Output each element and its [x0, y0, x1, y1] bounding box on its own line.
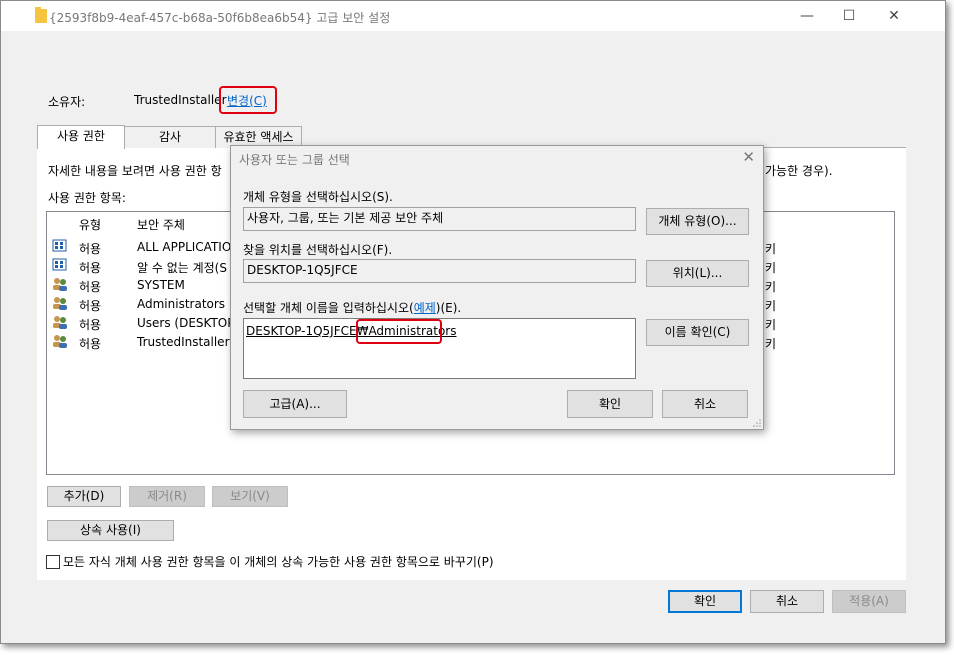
- group-users-icon: [53, 297, 67, 310]
- row-type: 허용: [79, 280, 102, 294]
- object-types-button[interactable]: 개체 유형(O)...: [646, 208, 749, 235]
- dialog-close-icon[interactable]: ✕: [742, 148, 755, 166]
- row-type: 허용: [79, 318, 102, 332]
- replace-permissions-label: 모든 자식 개체 사용 권한 항목을 이 개체의 상속 가능한 사용 권한 항목…: [63, 555, 494, 569]
- add-button[interactable]: 추가(D): [47, 486, 121, 507]
- row-tail: 키: [765, 280, 777, 294]
- row-tail: 키: [765, 242, 777, 256]
- owner-value: TrustedInstaller: [134, 93, 227, 107]
- group-users-icon: [53, 335, 67, 348]
- administrators-highlight: [356, 319, 442, 344]
- locations-button[interactable]: 위치(L)...: [646, 260, 749, 287]
- location-field: DESKTOP-1Q5JFCE: [243, 259, 636, 283]
- examples-link[interactable]: 예제: [414, 301, 436, 315]
- row-tail: 키: [765, 337, 777, 351]
- select-users-dialog: 사용자 또는 그룹 선택 ✕ 개체 유형을 선택하십시오(S). 사용자, 그룹…: [230, 145, 764, 430]
- advanced-button[interactable]: 고급(A)...: [243, 390, 347, 418]
- location-label: 찾을 위치를 선택하십시오(F).: [243, 243, 393, 257]
- window-title: {2593f8b9-4eaf-457c-b68a-50f6b8ea6b54} 고…: [49, 11, 391, 25]
- row-type: 허용: [79, 261, 102, 275]
- dialog-ok-button[interactable]: 확인: [567, 390, 653, 418]
- column-header-principal[interactable]: 보안 주체: [137, 216, 185, 233]
- row-principal: 알 수 없는 계정(S: [137, 261, 227, 275]
- cancel-button[interactable]: 취소: [750, 590, 824, 613]
- row-principal: SYSTEM: [137, 278, 185, 292]
- minimize-button[interactable]: —: [787, 3, 827, 29]
- info-text: 자세한 내용을 보려면 사용 권한 항: [48, 164, 222, 178]
- remove-button[interactable]: 제거(R): [129, 486, 205, 507]
- close-button[interactable]: ✕: [874, 3, 914, 29]
- tab-permissions[interactable]: 사용 권한: [37, 125, 125, 149]
- column-header-type[interactable]: 유형: [79, 216, 101, 233]
- title-bar[interactable]: {2593f8b9-4eaf-457c-b68a-50f6b8ea6b54} 고…: [1, 1, 945, 31]
- group-users-icon: [53, 316, 67, 329]
- row-tail: 키: [765, 261, 777, 275]
- enable-inheritance-button[interactable]: 상속 사용(I): [47, 520, 174, 541]
- folder-icon: [35, 7, 47, 23]
- row-principal: TrustedInstaller: [137, 335, 230, 349]
- change-owner-link[interactable]: 변경(C): [227, 92, 267, 109]
- replace-permissions-checkbox[interactable]: [46, 555, 60, 569]
- dialog-title: 사용자 또는 그룹 선택: [239, 153, 350, 167]
- view-button[interactable]: 보기(V): [212, 486, 288, 507]
- info-text-tail: 가능한 경우).: [765, 164, 833, 178]
- object-type-field: 사용자, 그룹, 또는 기본 제공 보안 주체: [243, 207, 636, 231]
- object-name-label: 선택할 개체 이름을 입력하십시오(예제)(E).: [243, 301, 462, 315]
- app-package-icon: [52, 258, 67, 271]
- object-type-label: 개체 유형을 선택하십시오(S).: [243, 190, 393, 204]
- dialog-cancel-button[interactable]: 취소: [662, 390, 748, 418]
- row-principal: ALL APPLICATION: [137, 240, 241, 254]
- tab-auditing[interactable]: 감사: [124, 126, 216, 148]
- row-tail: 키: [765, 299, 777, 313]
- owner-label: 소유자:: [48, 95, 86, 109]
- resize-grip-icon[interactable]: [753, 419, 761, 427]
- row-type: 허용: [79, 337, 102, 351]
- row-principal: Users (DESKTOP-: [137, 316, 239, 330]
- apply-button[interactable]: 적용(A): [832, 590, 906, 613]
- row-type: 허용: [79, 242, 102, 256]
- group-users-icon: [53, 278, 67, 291]
- row-tail: 키: [765, 318, 777, 332]
- ok-button[interactable]: 확인: [668, 590, 742, 613]
- maximize-button[interactable]: ☐: [829, 3, 869, 29]
- row-principal: Administrators (D: [137, 297, 243, 311]
- check-names-button[interactable]: 이름 확인(C): [646, 319, 749, 346]
- row-type: 허용: [79, 299, 102, 313]
- app-package-icon: [52, 239, 67, 252]
- permission-entries-label: 사용 권한 항목:: [48, 191, 126, 205]
